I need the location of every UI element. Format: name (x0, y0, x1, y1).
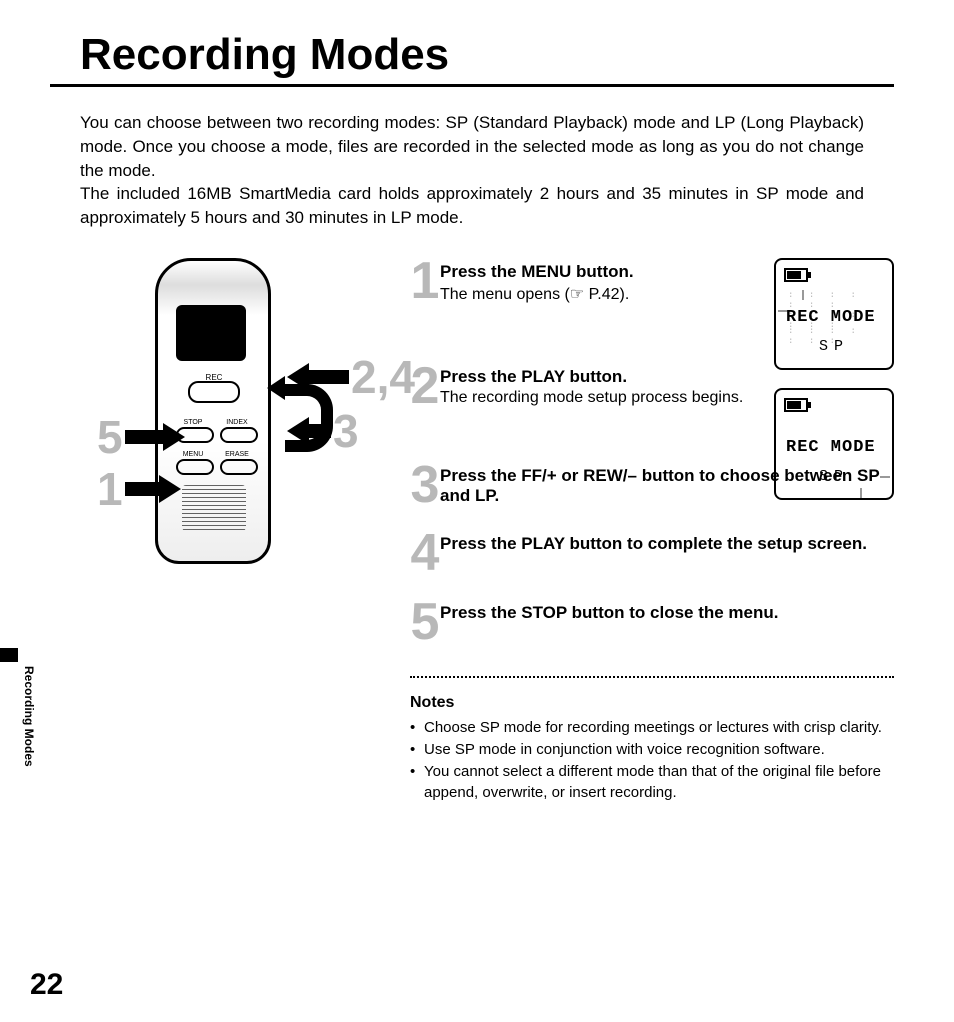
title-rule (50, 84, 894, 87)
highlight-icon (840, 462, 886, 492)
battery-icon (784, 268, 808, 282)
intro-p1: You can choose between two recording mod… (80, 113, 864, 180)
step-5: 5 Press the STOP button to close the men… (410, 599, 894, 646)
illustration-column: Recording Modes REC STOP INDEX MENU ERAS… (50, 258, 370, 805)
lcd-previews: : : : : : : :: : : : : : : REC MODE : : … (774, 258, 894, 518)
page-title: Recording Modes (80, 30, 894, 80)
step-4: 4 Press the PLAY button to complete the … (410, 530, 894, 577)
callout-arrow-3: 3 (287, 408, 361, 454)
rec-button-icon: REC (188, 381, 240, 403)
callout-arrow-1: 1 (95, 466, 181, 512)
battery-icon (784, 398, 808, 412)
note-item: You cannot select a different mode than … (410, 762, 894, 803)
intro-p2: The included 16MB SmartMedia card holds … (80, 184, 864, 227)
page-number: 22 (30, 968, 63, 1002)
dotted-separator (410, 676, 894, 678)
notes-list: Choose SP mode for recording meetings or… (410, 718, 894, 803)
note-item: Choose SP mode for recording meetings or… (410, 718, 894, 738)
lcd-preview-1: : : : : : : :: : : : : : : REC MODE : : … (774, 258, 894, 370)
device-screen-icon (176, 305, 246, 361)
speaker-grille-icon (182, 485, 246, 531)
device-illustration: REC STOP INDEX MENU ERASE 5 1 (105, 258, 315, 558)
manual-page: Recording Modes You can choose between t… (0, 0, 954, 1022)
side-tab: Recording Modes (0, 648, 50, 818)
menu-button-icon (176, 459, 214, 475)
lcd-preview-2: REC MODE SP (774, 388, 894, 500)
steps-column: : : : : : : :: : : : : : : REC MODE : : … (370, 258, 894, 805)
side-tab-label: Recording Modes (22, 666, 36, 767)
index-button-icon (220, 427, 258, 443)
note-item: Use SP mode in conjunction with voice re… (410, 740, 894, 760)
intro-text: You can choose between two recording mod… (80, 111, 864, 230)
callout-arrow-5: 5 (95, 414, 185, 460)
erase-button-icon (220, 459, 258, 475)
notes-header: Notes (410, 694, 894, 712)
